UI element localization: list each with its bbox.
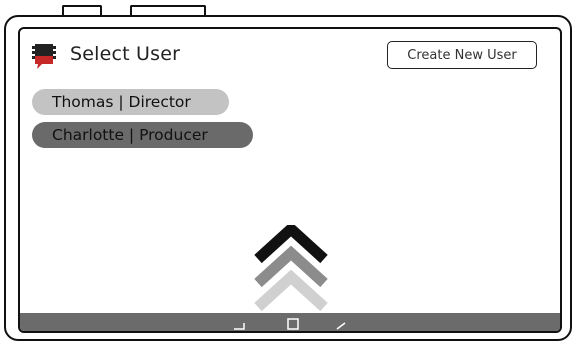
app-screen: Select User Create New User Thomas | Dir… [18,27,562,333]
page-title: Select User [70,43,181,65]
create-new-user-button[interactable]: Create New User [387,41,537,69]
clapperboard-icon [32,44,56,69]
back-icon[interactable] [232,319,246,331]
user-item-charlotte[interactable]: Charlotte | Producer [32,122,253,148]
user-item-thomas[interactable]: Thomas | Director [32,89,229,115]
recent-apps-icon[interactable] [334,319,348,331]
user-list: Thomas | Director Charlotte | Producer [32,89,253,155]
system-navbar [20,313,560,331]
header: Select User Create New User [20,29,560,81]
home-icon[interactable] [286,317,300,331]
device-frame: Select User Create New User Thomas | Dir… [0,0,580,346]
